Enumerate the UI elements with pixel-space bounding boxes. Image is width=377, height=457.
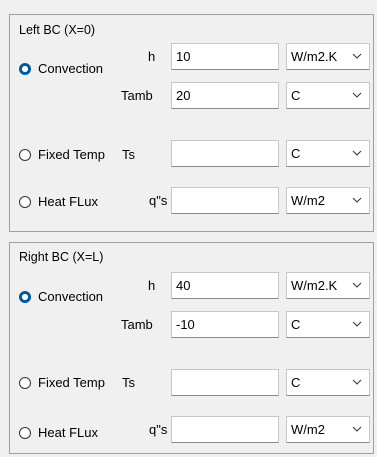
radio-selected-icon xyxy=(19,62,31,75)
chevron-down-icon xyxy=(352,282,362,288)
left-h-input[interactable]: 10 xyxy=(171,43,279,70)
left-heat-flux-radio[interactable]: Heat FLux xyxy=(19,194,98,209)
right-q-unit-value: W/m2 xyxy=(291,422,325,437)
right-heat-flux-radio[interactable]: Heat FLux xyxy=(19,425,98,440)
right-convection-label: Convection xyxy=(38,289,104,304)
radio-unselected-icon xyxy=(19,195,31,208)
radio-unselected-icon xyxy=(19,426,31,439)
right-fixed-temp-radio[interactable]: Fixed Temp xyxy=(19,375,105,390)
right-heat-flux-label: Heat FLux xyxy=(38,425,98,440)
left-q-unit-select[interactable]: W/m2 xyxy=(286,187,370,214)
right-bc-title: Right BC (X=L) xyxy=(19,250,104,264)
right-h-input[interactable]: 40 xyxy=(171,272,279,299)
right-ts-label: Ts xyxy=(122,375,135,390)
chevron-down-icon xyxy=(352,150,362,156)
right-h-unit-select[interactable]: W/m2.K xyxy=(286,272,370,299)
chevron-down-icon xyxy=(352,197,362,203)
right-q-label: q"s xyxy=(149,422,168,437)
right-tamb-label: Tamb xyxy=(121,317,153,332)
left-h-label: h xyxy=(148,49,156,64)
left-fixed-temp-label: Fixed Temp xyxy=(38,147,105,162)
radio-unselected-icon xyxy=(19,376,31,389)
left-ts-input[interactable] xyxy=(171,140,279,167)
left-heat-flux-label: Heat FLux xyxy=(38,194,98,209)
right-bc-group: Right BC (X=L) Convection h 40 W/m2.K Ta… xyxy=(9,242,374,454)
radio-unselected-icon xyxy=(19,148,31,161)
left-convection-radio[interactable]: Convection xyxy=(19,61,103,76)
right-q-input[interactable] xyxy=(171,416,279,443)
chevron-down-icon xyxy=(352,321,362,327)
chevron-down-icon xyxy=(352,426,362,432)
left-convection-label: Convection xyxy=(38,61,104,76)
chevron-down-icon xyxy=(352,53,362,59)
left-h-unit-value: W/m2.K xyxy=(291,49,338,64)
right-tamb-unit-value: C xyxy=(291,317,301,332)
left-tamb-label: Tamb xyxy=(121,88,153,103)
left-ts-unit-select[interactable]: C xyxy=(286,140,370,167)
left-ts-unit-value: C xyxy=(291,146,301,161)
right-h-label: h xyxy=(148,278,156,293)
left-tamb-unit-select[interactable]: C xyxy=(286,82,370,109)
right-h-unit-value: W/m2.K xyxy=(291,278,338,293)
left-tamb-input[interactable]: 20 xyxy=(171,82,279,109)
chevron-down-icon xyxy=(352,379,362,385)
right-tamb-unit-select[interactable]: C xyxy=(286,311,370,338)
right-convection-radio[interactable]: Convection xyxy=(19,289,103,304)
left-ts-label: Ts xyxy=(122,147,135,162)
right-ts-unit-select[interactable]: C xyxy=(286,369,370,396)
left-bc-title: Left BC (X=0) xyxy=(19,23,96,37)
right-q-unit-select[interactable]: W/m2 xyxy=(286,416,370,443)
left-bc-group: Left BC (X=0) Convection h 10 W/m2.K Tam… xyxy=(9,14,374,232)
right-ts-input[interactable] xyxy=(171,369,279,396)
right-ts-unit-value: C xyxy=(291,375,301,390)
left-h-unit-select[interactable]: W/m2.K xyxy=(286,43,370,70)
chevron-down-icon xyxy=(352,92,362,98)
radio-selected-icon xyxy=(19,290,31,303)
right-fixed-temp-label: Fixed Temp xyxy=(38,375,105,390)
right-tamb-input[interactable]: -10 xyxy=(171,311,279,338)
left-q-input[interactable] xyxy=(171,187,279,214)
left-q-label: q"s xyxy=(149,193,168,208)
left-q-unit-value: W/m2 xyxy=(291,193,325,208)
left-fixed-temp-radio[interactable]: Fixed Temp xyxy=(19,147,105,162)
left-tamb-unit-value: C xyxy=(291,88,301,103)
